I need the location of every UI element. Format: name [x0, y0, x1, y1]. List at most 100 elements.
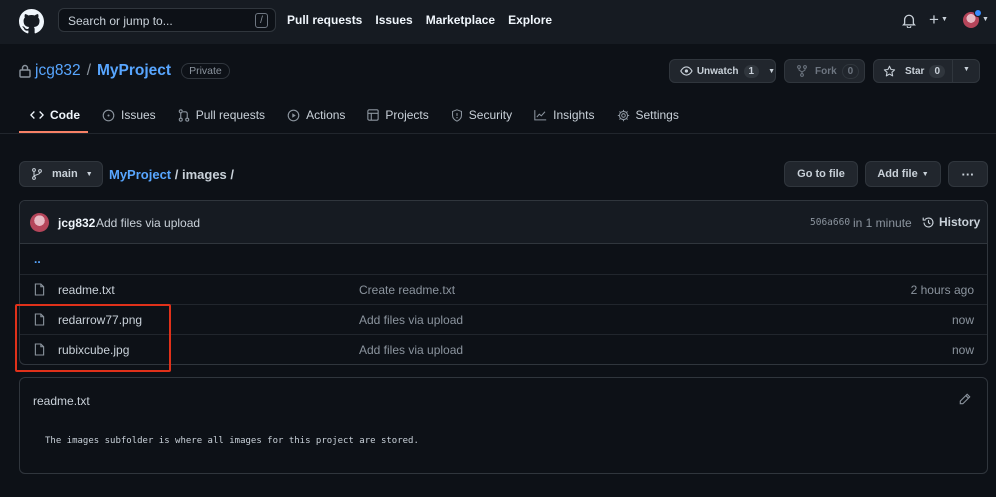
tab-actions[interactable]: Actions	[276, 104, 356, 126]
add-file-button[interactable]: Add file ▼	[865, 161, 941, 187]
search-placeholder: Search or jump to...	[68, 14, 173, 28]
readme-content: The images subfolder is where all images…	[45, 436, 419, 446]
history-label: History	[939, 215, 981, 229]
go-to-file-button[interactable]: Go to file	[784, 161, 858, 187]
commit-author-avatar[interactable]	[30, 213, 49, 232]
chevron-down-icon: ▼	[768, 67, 775, 75]
repo-separator: /	[86, 62, 91, 79]
history-link[interactable]: History	[922, 215, 980, 229]
nav-marketplace[interactable]: Marketplace	[426, 13, 495, 27]
repo-tabs: Code Issues Pull requests Actions Projec…	[19, 104, 690, 134]
tab-label: Code	[50, 108, 80, 122]
gear-icon	[617, 109, 629, 121]
readme-title[interactable]: readme.txt	[33, 394, 90, 408]
pull-request-icon	[178, 108, 189, 122]
unwatch-label: Unwatch	[696, 65, 739, 77]
kebab-horizontal-icon: ···	[961, 166, 975, 182]
file-commit-message[interactable]: Add files via upload	[359, 343, 463, 357]
search-shortcut-key: /	[255, 13, 268, 28]
graph-icon	[534, 110, 547, 121]
tab-security[interactable]: Security	[440, 104, 523, 126]
github-logo-icon[interactable]	[19, 9, 44, 34]
tab-label: Settings	[635, 108, 679, 122]
watch-count: 1	[743, 64, 760, 78]
fork-icon	[797, 65, 807, 77]
file-name[interactable]: readme.txt	[58, 283, 115, 297]
bell-icon[interactable]	[902, 13, 916, 28]
header-nav: Pull requests Issues Marketplace Explore	[287, 13, 552, 27]
commit-time: in 1 minute	[853, 216, 912, 230]
chevron-down-icon[interactable]: ▼	[963, 66, 970, 73]
shield-icon	[451, 108, 462, 122]
lock-icon	[19, 64, 31, 78]
more-options-button[interactable]: ···	[948, 161, 988, 187]
file-commit-message[interactable]: Create readme.txt	[359, 283, 455, 297]
global-header: Search or jump to... / Pull requests Iss…	[0, 0, 996, 44]
repo-owner-link[interactable]: jcg832	[35, 62, 81, 80]
tab-settings[interactable]: Settings	[606, 104, 690, 126]
breadcrumb: MyProject / images /	[109, 167, 234, 182]
highlight-box	[15, 304, 171, 372]
breadcrumb-path: / images /	[171, 167, 235, 182]
branch-icon	[32, 168, 42, 180]
branch-selector[interactable]: main ▼	[19, 161, 103, 187]
file-age: 2 hours ago	[910, 283, 974, 297]
tab-pull-requests[interactable]: Pull requests	[167, 104, 276, 126]
file-row-readme[interactable]: readme.txt Create readme.txt 2 hours ago	[20, 274, 987, 304]
tab-issues[interactable]: Issues	[91, 104, 167, 126]
fork-count: 0	[841, 63, 860, 79]
nav-issues[interactable]: Issues	[375, 13, 412, 27]
tab-label: Actions	[306, 108, 346, 122]
add-file-label: Add file	[877, 168, 918, 180]
fork-label: Fork	[815, 65, 837, 77]
commit-author[interactable]: jcg832	[58, 216, 95, 230]
eye-icon	[680, 66, 693, 76]
star-count: 0	[929, 64, 946, 78]
readme-panel: readme.txt The images subfolder is where…	[19, 377, 988, 474]
file-commit-message[interactable]: Add files via upload	[359, 313, 463, 327]
tab-label: Security	[468, 108, 513, 122]
go-to-file-label: Go to file	[797, 168, 845, 180]
repo-title: jcg832 / MyProject Private	[19, 62, 230, 80]
nav-explore[interactable]: Explore	[508, 13, 552, 27]
nav-pull-requests[interactable]: Pull requests	[287, 13, 362, 27]
parent-directory-link[interactable]: ..	[34, 252, 41, 266]
file-age: now	[951, 313, 974, 327]
repo-name-link[interactable]: MyProject	[97, 62, 171, 80]
tab-code[interactable]: Code	[19, 104, 91, 126]
star-icon	[883, 65, 896, 76]
search-input[interactable]: Search or jump to... /	[58, 8, 276, 32]
visibility-badge: Private	[181, 63, 230, 79]
chevron-down-icon: ▼	[921, 170, 929, 178]
unwatch-button[interactable]: Unwatch 1 ▼	[669, 59, 776, 83]
pencil-icon[interactable]	[959, 393, 971, 405]
commit-message[interactable]: Add files via upload	[96, 216, 200, 230]
fork-button[interactable]: Fork 0	[784, 59, 865, 83]
table-icon	[367, 109, 380, 121]
issues-icon	[102, 109, 115, 121]
history-icon	[922, 216, 934, 228]
branch-name: main	[52, 168, 78, 180]
tab-projects[interactable]: Projects	[356, 104, 439, 126]
tab-insights[interactable]: Insights	[523, 104, 605, 126]
tab-label: Projects	[385, 108, 429, 122]
notification-dot	[974, 9, 982, 17]
button-divider	[952, 60, 953, 82]
chevron-down-icon[interactable]: ▼	[982, 16, 989, 23]
plus-icon: +	[929, 10, 939, 29]
tab-label: Pull requests	[195, 108, 266, 122]
play-icon	[287, 109, 300, 121]
code-icon	[30, 111, 44, 119]
breadcrumb-repo-link[interactable]: MyProject	[109, 167, 171, 182]
star-button[interactable]: Star 0 ▼	[873, 59, 980, 83]
latest-commit-bar: jcg832 Add files via upload 506a660 in 1…	[20, 201, 987, 244]
create-new-button[interactable]: + ▼	[929, 10, 948, 30]
tab-label: Insights	[553, 108, 595, 122]
chevron-down-icon: ▼	[85, 170, 93, 178]
file-icon	[34, 283, 45, 296]
commit-hash[interactable]: 506a660	[810, 217, 850, 228]
chevron-down-icon: ▼	[940, 16, 948, 23]
tab-label: Issues	[121, 108, 156, 122]
star-label: Star	[905, 65, 925, 77]
file-age: now	[951, 343, 974, 357]
